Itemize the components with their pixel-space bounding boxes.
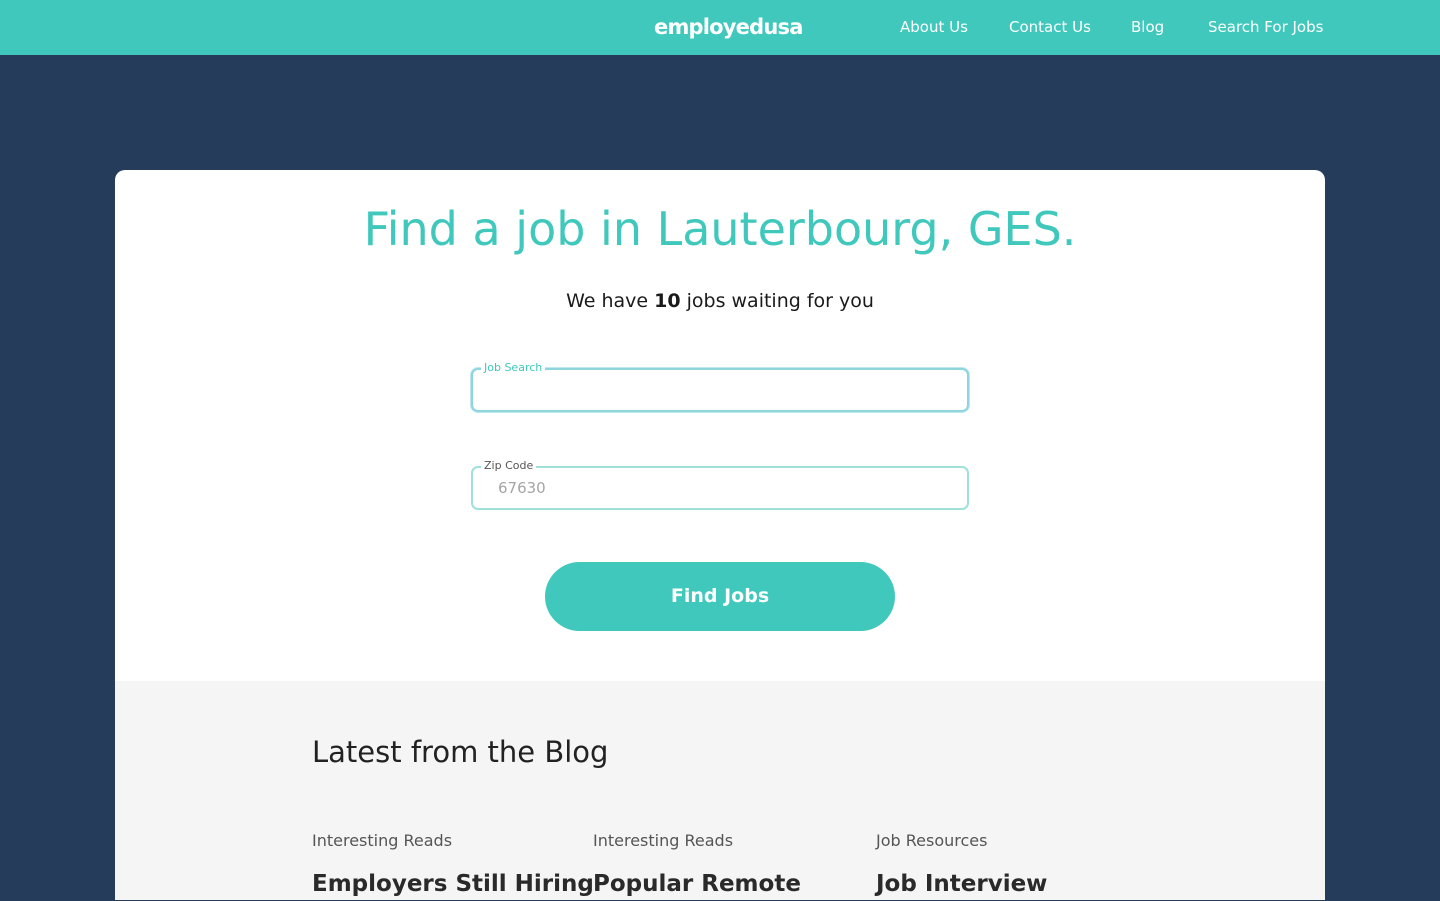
zip-code-input[interactable] [473,468,967,508]
job-search-input[interactable] [473,370,967,410]
nav-contact-us[interactable]: Contact Us [1009,0,1091,55]
nav-about-us[interactable]: About Us [900,0,968,55]
blog-post-category[interactable]: Interesting Reads [593,829,733,853]
blog-post-title[interactable]: Popular Remote [593,867,801,901]
nav-blog[interactable]: Blog [1131,0,1164,55]
find-jobs-button[interactable]: Find Jobs [545,562,895,631]
blog-heading: Latest from the Blog [312,735,609,769]
blog-post-category[interactable]: Interesting Reads [312,829,452,853]
site-header: employedusa About Us Contact Us Blog Sea… [0,0,1440,55]
job-count: 10 [654,290,681,312]
zip-code-field: Zip Code [471,458,969,510]
jobs-count-text: We have 10 jobs waiting for you [0,286,1440,316]
subtitle-suffix: jobs waiting for you [680,290,874,312]
blog-post-title[interactable]: Job Interview [876,867,1047,901]
nav-search-for-jobs[interactable]: Search For Jobs [1208,0,1323,55]
blog-post-category[interactable]: Job Resources [876,829,987,853]
page-title: Find a job in Lauterbourg, GES. [363,202,1077,256]
job-search-field: Job Search [471,360,969,412]
blog-post-title[interactable]: Employers Still Hiring [312,867,594,901]
subtitle-prefix: We have [566,290,655,312]
site-logo[interactable]: employedusa [654,12,803,42]
